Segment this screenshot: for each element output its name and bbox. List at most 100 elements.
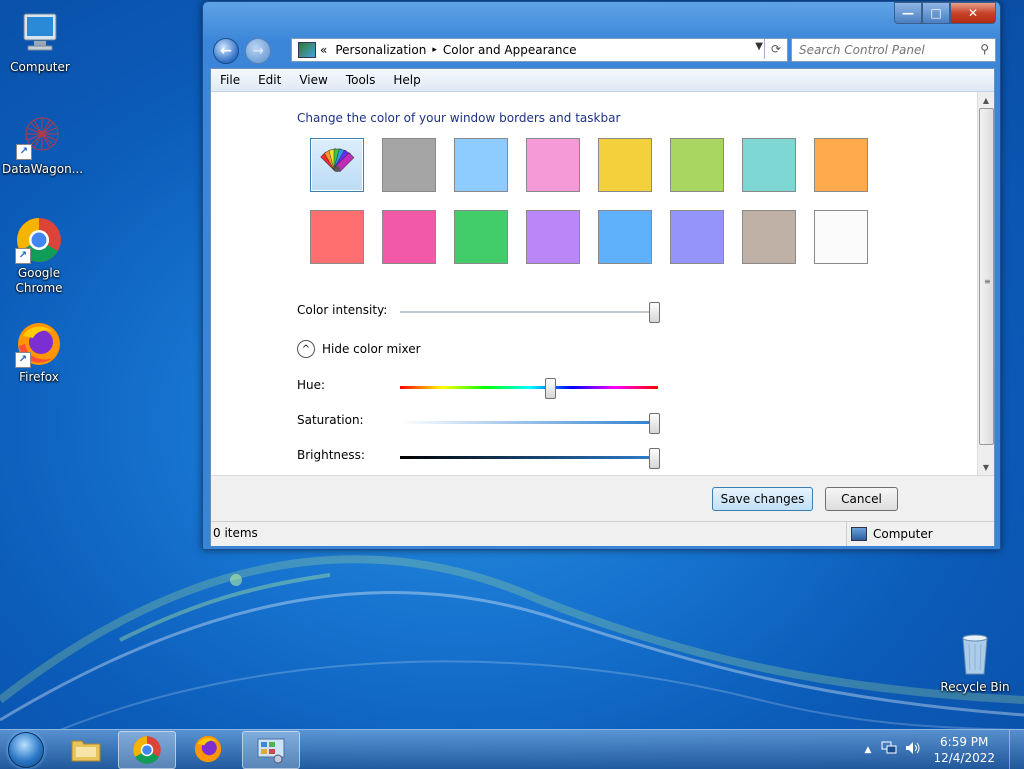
computer-icon <box>16 10 64 58</box>
search-input[interactable] <box>797 42 971 58</box>
color-appearance-window: — □ ✕ ← → « Personalization ▸ Color and … <box>202 1 1001 550</box>
hue-track[interactable] <box>400 386 658 389</box>
back-button[interactable]: ← <box>213 38 239 64</box>
hide-color-mixer-toggle[interactable]: ^ Hide color mixer <box>297 340 421 358</box>
volume-icon[interactable] <box>905 741 921 758</box>
color-swatch[interactable] <box>670 138 724 192</box>
window-controls: — □ ✕ <box>894 2 996 24</box>
clock[interactable]: 6:59 PM 12/4/2022 <box>933 734 995 766</box>
address-bar[interactable]: « Personalization ▸ Color and Appearance… <box>291 38 788 62</box>
hue-label: Hue: <box>297 378 326 392</box>
navigation-bar: ← → « Personalization ▸ Color and Appear… <box>211 36 996 64</box>
desktop-icon-label: Recycle Bin <box>940 680 1010 694</box>
color-swatch[interactable] <box>814 138 868 192</box>
menu-help[interactable]: Help <box>384 73 429 87</box>
search-icon[interactable]: ⚲ <box>980 42 989 56</box>
desktop-icon-firefox[interactable]: ↗ Firefox <box>1 320 77 385</box>
shortcut-arrow-icon: ↗ <box>15 248 31 264</box>
saturation-label: Saturation: <box>297 413 364 427</box>
desktop-icon-label: Google Chrome <box>15 266 63 295</box>
chrome-icon <box>133 736 161 764</box>
color-intensity-track[interactable] <box>400 311 658 314</box>
show-desktop-button[interactable] <box>1009 730 1024 769</box>
item-count: 0 items <box>213 526 258 540</box>
color-intensity-slider-thumb[interactable] <box>649 302 660 323</box>
scroll-down-icon[interactable]: ▼ <box>978 459 994 475</box>
computer-icon <box>851 527 867 541</box>
color-fan-icon <box>320 148 355 173</box>
color-swatch[interactable] <box>814 210 868 264</box>
color-swatch[interactable] <box>382 138 436 192</box>
taskbar-firefox[interactable] <box>180 731 236 767</box>
color-swatch[interactable] <box>526 210 580 264</box>
save-changes-button[interactable]: Save changes <box>712 487 813 511</box>
desktop-icon-label: Computer <box>10 60 70 74</box>
desktop-icon-recycle-bin[interactable]: Recycle Bin <box>937 630 1013 695</box>
saturation-slider-thumb[interactable] <box>649 413 660 434</box>
clock-date: 12/4/2022 <box>933 750 995 765</box>
brightness-slider-thumb[interactable] <box>649 448 660 469</box>
color-swatch[interactable] <box>598 210 652 264</box>
color-swatch[interactable] <box>598 138 652 192</box>
status-location: Computer <box>846 522 933 546</box>
scroll-up-icon[interactable]: ▲ <box>978 92 994 108</box>
desktop-icon-label: Firefox <box>19 370 59 384</box>
menu-view[interactable]: View <box>290 73 336 87</box>
color-settings-panel: Change the color of your window borders … <box>211 92 977 475</box>
color-swatch[interactable] <box>454 210 508 264</box>
recycle-bin-icon <box>951 630 999 678</box>
control-panel-icon <box>298 42 316 58</box>
color-swatch[interactable] <box>310 210 364 264</box>
color-swatch[interactable] <box>742 210 796 264</box>
forward-button[interactable]: → <box>245 38 271 64</box>
menu-edit[interactable]: Edit <box>249 73 290 87</box>
taskbar-control-panel[interactable] <box>242 731 300 769</box>
control-panel-icon <box>257 738 285 764</box>
address-dropdown-icon[interactable]: ▼ <box>755 41 763 52</box>
desktop-icon-chrome[interactable]: ↗ Google Chrome <box>1 216 77 296</box>
taskbar: ▲ 6:59 PM 12/4/2022 <box>0 729 1024 769</box>
taskbar-explorer[interactable] <box>58 731 114 767</box>
start-button[interactable] <box>4 730 48 769</box>
window-client-area: File Edit View Tools Help Change the col… <box>210 68 995 546</box>
menu-file[interactable]: File <box>211 73 249 87</box>
color-swatch[interactable] <box>742 138 796 192</box>
color-swatch[interactable] <box>454 138 508 192</box>
scrollbar-thumb[interactable]: ≡ <box>979 108 994 445</box>
color-swatch[interactable] <box>670 210 724 264</box>
breadcrumb-color-appearance[interactable]: Color and Appearance <box>443 43 577 57</box>
status-location-label: Computer <box>873 527 933 541</box>
breadcrumb-prefix[interactable]: « <box>320 43 327 57</box>
clock-time: 6:59 PM <box>940 734 989 749</box>
maximize-button[interactable]: □ <box>922 2 950 24</box>
shortcut-arrow-icon: ↗ <box>16 144 32 160</box>
menu-tools[interactable]: Tools <box>337 73 385 87</box>
saturation-track[interactable] <box>400 421 658 424</box>
vertical-scrollbar[interactable]: ▲ ≡ ▼ <box>977 92 994 475</box>
minimize-button[interactable]: — <box>894 2 922 24</box>
search-box[interactable]: ⚲ <box>791 38 996 62</box>
chrome-icon: ↗ <box>15 216 63 264</box>
desktop-icon-computer[interactable]: Computer <box>2 10 78 75</box>
datawagon-icon: ↗ <box>16 112 64 160</box>
close-button[interactable]: ✕ <box>950 2 996 24</box>
windows-logo-icon <box>8 731 44 768</box>
system-tray: ▲ 6:59 PM 12/4/2022 <box>865 730 1024 769</box>
brightness-track[interactable] <box>400 456 658 459</box>
shortcut-arrow-icon: ↗ <box>15 352 31 368</box>
refresh-icon[interactable]: ⟳ <box>764 39 787 59</box>
breadcrumb-separator-icon[interactable]: ▸ <box>432 45 437 55</box>
show-hidden-icons-arrow[interactable]: ▲ <box>865 745 872 755</box>
brightness-label: Brightness: <box>297 448 365 462</box>
color-swatch[interactable] <box>526 138 580 192</box>
menu-bar: File Edit View Tools Help <box>211 69 994 92</box>
desktop-icon-datawagon[interactable]: ↗ DataWagon... <box>2 112 83 177</box>
color-swatch[interactable] <box>382 210 436 264</box>
taskbar-chrome[interactable] <box>118 731 176 769</box>
hue-slider-thumb[interactable] <box>545 378 557 399</box>
cancel-button[interactable]: Cancel <box>825 487 898 511</box>
color-swatch-custom[interactable] <box>310 138 364 192</box>
breadcrumb-personalization[interactable]: Personalization <box>335 43 426 57</box>
hide-color-mixer-label: Hide color mixer <box>322 342 421 356</box>
network-icon[interactable] <box>881 741 897 758</box>
